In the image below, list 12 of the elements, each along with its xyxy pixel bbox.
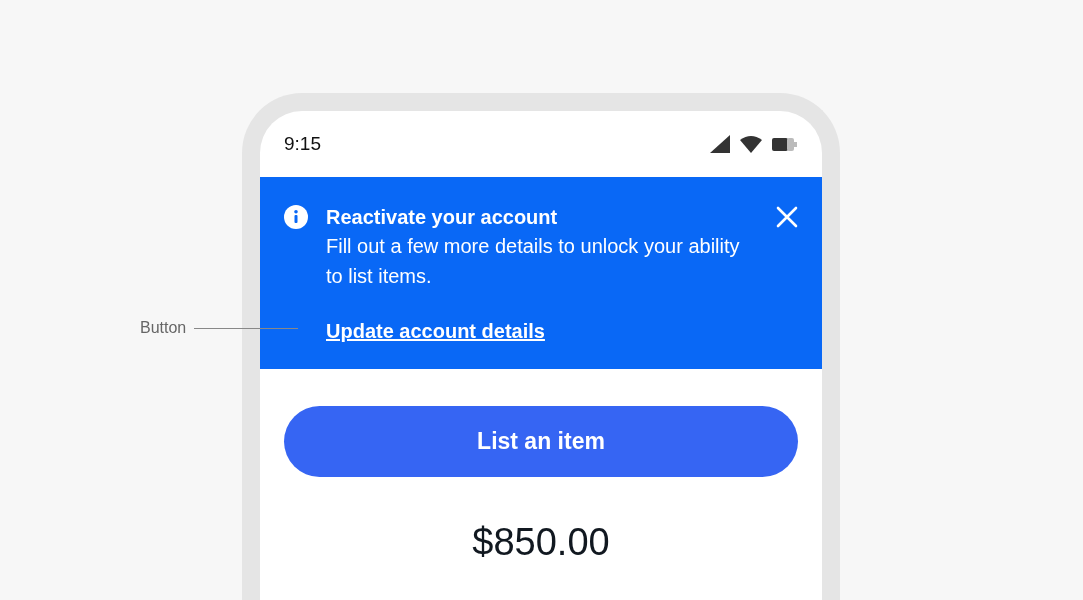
annotation-label: Button (140, 319, 187, 337)
close-button[interactable] (776, 206, 798, 228)
wifi-icon (740, 135, 762, 153)
banner-title: Reactivate your account (326, 205, 559, 230)
banner-message: Fill out a few more details to unlock your ability to list items. (326, 234, 741, 289)
signal-icon (710, 135, 730, 153)
status-time: 9:15 (284, 133, 321, 155)
battery-icon (772, 137, 798, 151)
list-item-button[interactable]: List an item (284, 406, 798, 477)
info-icon (284, 205, 308, 229)
update-details-link[interactable]: Update account details (326, 317, 545, 345)
price-label: $850.00 (471, 521, 611, 564)
